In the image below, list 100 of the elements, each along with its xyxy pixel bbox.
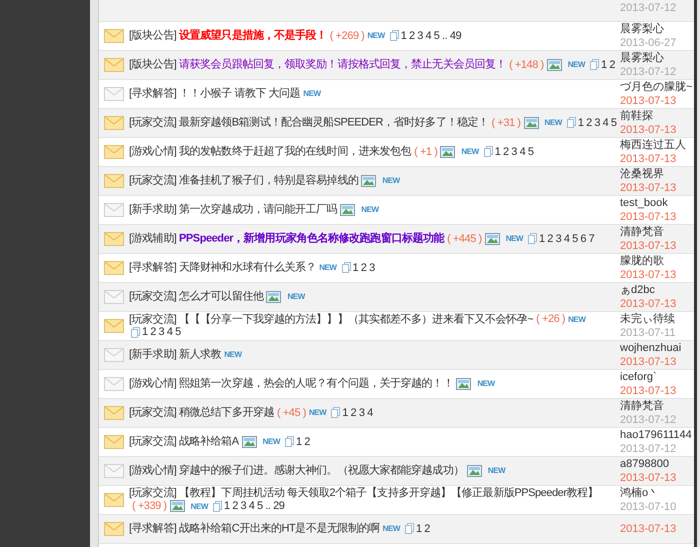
post-date: 2013-07-12	[620, 65, 678, 79]
post-date: 2013-07-13	[620, 152, 678, 166]
thread-title-link[interactable]: ！！小猴子 请教下 大问题	[179, 88, 300, 100]
page-links[interactable]: 1 2	[296, 436, 310, 448]
new-label: NEW	[287, 292, 305, 302]
page-links[interactable]: 1 2	[601, 58, 615, 71]
category-link[interactable]: [新手求助]	[129, 204, 176, 216]
category-link[interactable]: [寻求解答]	[129, 88, 176, 100]
post-date: 2013-07-13	[620, 355, 678, 369]
author-name[interactable]: 沧桑视界	[620, 167, 694, 181]
thread-title-link[interactable]: 熙姐第一次穿越，热会的人呢？有个问题，关于穿越的！！	[179, 378, 454, 390]
category-link[interactable]: [版块公告]	[129, 58, 176, 71]
new-label: NEW	[568, 60, 586, 70]
thread-title-link[interactable]: 稍微总结下多开穿越	[179, 406, 274, 419]
thread-title-link[interactable]: 【教程】下周挂机活动 每天领取2个箱子【支持多开穿越】【修正最新版PPSpeeder教程】	[179, 486, 598, 499]
reward-count: ( +339 )	[132, 500, 167, 512]
new-label: NEW	[568, 314, 586, 324]
thread-title-link[interactable]: 请获奖会员跟帖回复，领取奖励！请按格式回复，禁止无关会员回复！	[179, 58, 506, 71]
thread-title-link[interactable]: 我的发帖数终于赶超了我的在线时间，进来发包包	[179, 146, 412, 158]
category-link[interactable]: [玩家交流]	[129, 116, 176, 129]
page-links[interactable]: 1 2 3 4 5 6 7	[539, 232, 594, 245]
thread-title-link[interactable]: 怎么才可以留住他	[179, 290, 264, 303]
author-name[interactable]: 前鞋探	[620, 109, 694, 123]
thread-title-link[interactable]: 最新穿越领B箱测试！配合幽灵船SPEEDER，省时好多了！稳定！	[179, 116, 489, 129]
post-date: 2013-06-27	[620, 36, 678, 50]
page-links[interactable]: 1 2 3 4	[342, 406, 373, 419]
new-label: NEW	[361, 205, 379, 214]
author-name[interactable]: づ月色の朦胧~	[620, 80, 694, 94]
new-label: NEW	[506, 234, 524, 244]
post-date: 2013-07-13	[620, 210, 678, 224]
thread-title-link[interactable]: 新人求教	[179, 348, 222, 361]
author-name[interactable]: 晨雾梨心	[620, 22, 694, 36]
category-link[interactable]: [游戏辅助]	[129, 232, 176, 245]
author-name[interactable]: 鸿楠o丶	[620, 486, 694, 500]
author-name[interactable]: 晨雾梨心	[620, 51, 694, 65]
reward-count: ( +45 )	[276, 406, 306, 419]
reward-count: ( +1 )	[414, 146, 438, 158]
thread-title-link[interactable]: 准备挂机了猴子们，特别是容易掉线的	[179, 174, 358, 187]
thread-title-link[interactable]: 设置威望只是措施，不是手段！	[179, 30, 327, 42]
thread-title-link[interactable]: 穿越中的猴子们进。感谢大神们。（祝愿大家都能穿越成功）	[179, 464, 464, 477]
post-date: 2013-07-13	[620, 94, 678, 108]
new-label: NEW	[308, 408, 326, 418]
author-name[interactable]: hao179611144	[620, 428, 694, 442]
category-link[interactable]: [新手求助]	[129, 348, 176, 361]
page-links[interactable]: 1 2 3 4 5	[142, 326, 181, 338]
thread-title-link[interactable]: 天降财神和水球有什么关系？	[179, 262, 316, 274]
category-link[interactable]: [寻求解答]	[129, 522, 176, 535]
new-label: NEW	[367, 31, 385, 40]
author-name[interactable]: 清静梵音	[620, 225, 694, 239]
page-links[interactable]: 1 2 3 4 5 .. 49	[400, 30, 462, 42]
post-date: 2013-07-12	[620, 413, 678, 427]
category-link[interactable]: [寻求解答]	[129, 262, 176, 274]
page-links[interactable]: 1 2 3 4 5 .. 29	[224, 500, 284, 512]
category-link[interactable]: [版块公告]	[129, 30, 176, 42]
post-date: 2013-07-13	[620, 522, 678, 536]
category-link[interactable]: [游戏心情]	[129, 146, 176, 158]
category-link[interactable]: [玩家交流]	[129, 406, 176, 419]
post-date: 2013-07-13	[620, 181, 678, 195]
author-name[interactable]: 梅西连过五人	[620, 138, 694, 152]
reward-count: ( +148 )	[509, 58, 544, 71]
thread-title-link[interactable]: 战略补给箱A	[179, 436, 239, 448]
thread-title-link[interactable]: 战略补给箱C开出来的HT是不是无限制的啊	[179, 522, 380, 535]
new-label: NEW	[224, 350, 242, 360]
thread-title-link[interactable]: 第一次穿越成功，请问能开工厂吗	[179, 204, 338, 216]
thread-title-link[interactable]: PPSpeeder，新增用玩家角色名称修改跑跑窗口标题功能	[179, 232, 444, 245]
post-date: 2013-07-13	[620, 471, 678, 485]
author-name[interactable]: 朦胧的歌	[620, 254, 694, 268]
author-name[interactable]: wojhenzhuai	[620, 341, 694, 355]
post-date: 2013-07-11	[620, 326, 676, 340]
category-link[interactable]: [玩家交流]	[129, 486, 176, 499]
post-date: 2013-07-13	[620, 239, 678, 253]
author-name[interactable]: a8798800	[620, 457, 694, 471]
new-label: NEW	[262, 437, 280, 446]
author-name[interactable]: test_book	[620, 196, 694, 210]
author-name[interactable]: 清静梵音	[620, 399, 694, 413]
category-link[interactable]: [游戏心情]	[129, 378, 176, 390]
new-label: NEW	[382, 176, 400, 186]
category-link[interactable]: [玩家交流]	[129, 290, 176, 303]
post-date: 2013-07-13	[620, 297, 678, 311]
category-link[interactable]: [游戏心情]	[129, 464, 176, 477]
page-links[interactable]: 1 2 3	[352, 262, 375, 274]
author-name[interactable]: ぁd2bc	[620, 283, 694, 297]
new-label: NEW	[477, 379, 495, 388]
author-name[interactable]: iceforg`	[620, 370, 694, 384]
post-date: 2013-07-13	[620, 123, 678, 137]
new-label: NEW	[544, 118, 562, 128]
page-links[interactable]: 1 2 3 4 5	[494, 146, 534, 158]
reward-count: ( +31 )	[492, 116, 520, 129]
category-link[interactable]: [玩家交流]	[129, 436, 176, 448]
page-links[interactable]: 1 2 3 4 5	[578, 116, 617, 129]
post-date: 2013-07-13	[620, 384, 678, 398]
author-name[interactable]: 未完ぃ待续	[620, 312, 694, 326]
page-links[interactable]: 1 2	[416, 522, 430, 535]
thread-title-link[interactable]: 【【【分享一下我穿越的方法】】】（其实都差不多）进来看下又不会怀孕~	[179, 313, 534, 326]
post-date: 2013-07-13	[620, 268, 678, 282]
new-label: NEW	[190, 502, 208, 511]
post-date: 2013-07-12	[620, 2, 676, 14]
category-link[interactable]: [玩家交流]	[129, 313, 176, 326]
reward-count: ( +26 )	[536, 313, 566, 326]
category-link[interactable]: [玩家交流]	[129, 174, 176, 187]
